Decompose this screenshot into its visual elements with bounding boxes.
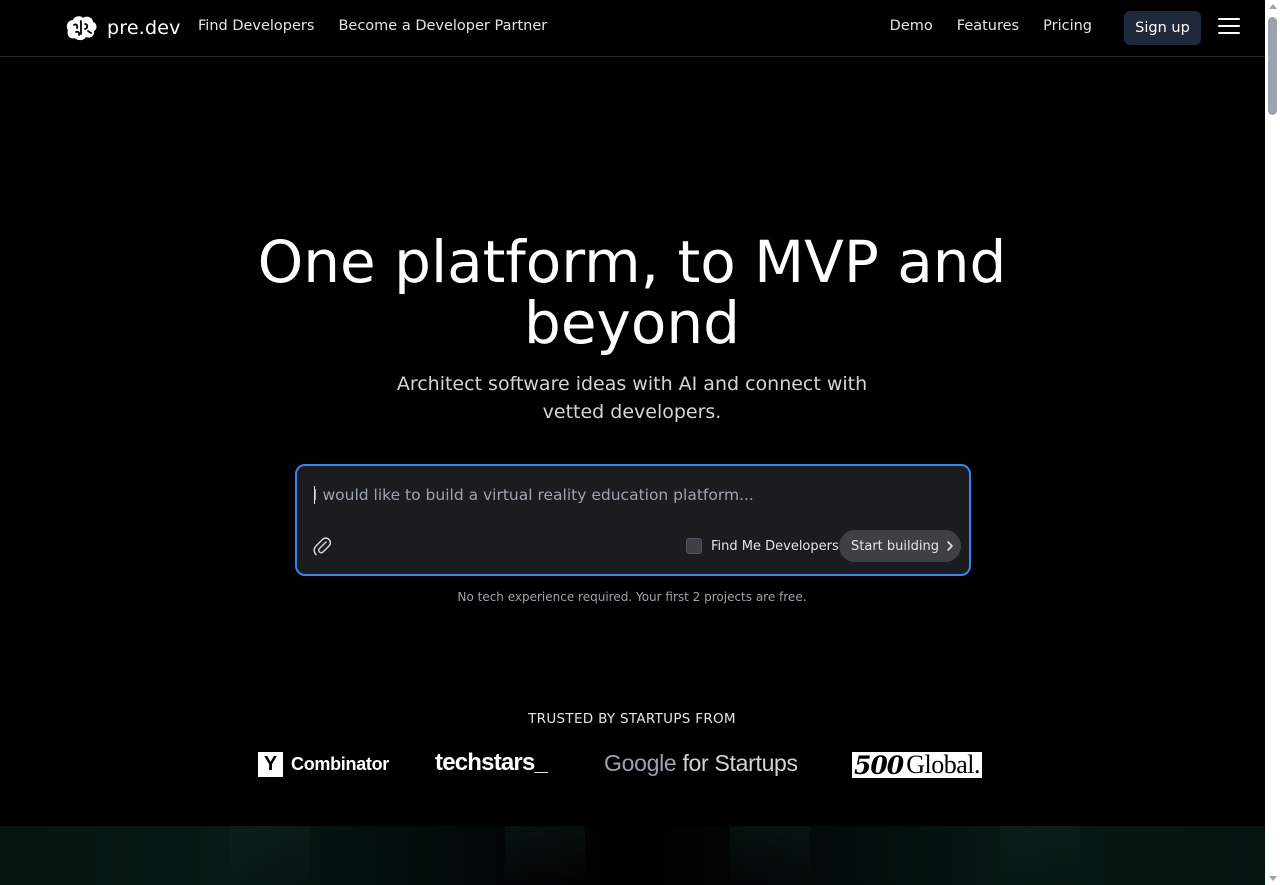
- site-header: pre.dev Find Developers Become a Develop…: [0, 0, 1265, 57]
- y-combinator-logo: Y Combinator: [258, 752, 389, 777]
- chevron-right-icon: [947, 541, 953, 551]
- text-caret: [314, 486, 315, 504]
- nav-features[interactable]: Features: [957, 18, 1019, 34]
- scroll-thumb[interactable]: [1268, 17, 1277, 115]
- start-building-button[interactable]: Start building: [839, 530, 961, 562]
- paperclip-icon[interactable]: [313, 536, 332, 556]
- nav-find-developers[interactable]: Find Developers: [198, 18, 314, 34]
- sign-up-button[interactable]: Sign up: [1124, 11, 1201, 45]
- secondary-nav: Demo Features Pricing: [890, 18, 1092, 34]
- scroll-up-arrow[interactable]: [1269, 4, 1277, 9]
- brain-logo-icon: [66, 16, 97, 41]
- next-section-preview: [0, 826, 1265, 885]
- hero-title: One platform, to MVP and beyond: [257, 228, 1007, 357]
- yc-mark: Y: [258, 752, 283, 777]
- trusted-heading: TRUSTED BY STARTUPS FROM: [528, 711, 736, 727]
- 500-numeral: 500: [854, 750, 904, 780]
- hero-subtitle: Architect software ideas with AI and con…: [396, 373, 868, 423]
- nav-pricing[interactable]: Pricing: [1043, 18, 1092, 34]
- start-building-label: Start building: [851, 538, 939, 554]
- primary-nav: Find Developers Become a Developer Partn…: [198, 18, 547, 34]
- page-scrollbar[interactable]: [1265, 0, 1280, 885]
- techstars-logo: techstars_: [435, 749, 548, 776]
- idea-input[interactable]: [313, 482, 953, 508]
- prompt-box: Find Me Developers Start building: [295, 464, 971, 576]
- brand-logo-link[interactable]: pre.dev: [64, 14, 181, 42]
- google-for-startups-logo: Google for Startups: [604, 750, 798, 777]
- 500-global-logo: 500 Global.: [852, 750, 982, 780]
- free-projects-note: No tech experience required. Your first …: [457, 590, 807, 604]
- menu-icon[interactable]: [1218, 18, 1240, 38]
- google-wordmark: Google: [604, 750, 677, 776]
- find-developers-label: Find Me Developers: [711, 538, 839, 554]
- nav-become-partner[interactable]: Become a Developer Partner: [338, 18, 547, 34]
- find-developers-toggle[interactable]: Find Me Developers: [686, 538, 839, 554]
- for-startups-wordmark: for Startups: [676, 750, 798, 776]
- find-developers-checkbox[interactable]: [686, 538, 702, 554]
- nav-demo[interactable]: Demo: [890, 18, 933, 34]
- global-wordmark: Global.: [906, 750, 980, 779]
- brand-name: pre.dev: [107, 17, 181, 39]
- scroll-down-arrow[interactable]: [1269, 876, 1277, 881]
- yc-wordmark: Combinator: [291, 754, 389, 774]
